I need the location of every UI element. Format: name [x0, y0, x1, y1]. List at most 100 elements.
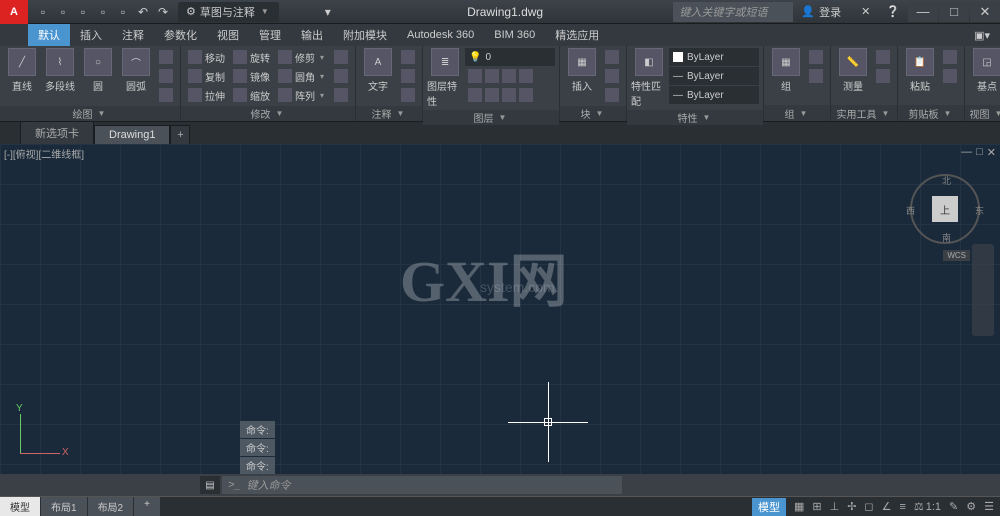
- measure-button[interactable]: 📏测量: [835, 48, 871, 103]
- nav-fullnav-icon[interactable]: [974, 248, 992, 266]
- dim-button[interactable]: [398, 48, 418, 66]
- layout-tab-model[interactable]: 模型: [0, 497, 41, 516]
- command-history-button[interactable]: ▤: [200, 476, 220, 494]
- otrack-toggle-icon[interactable]: ∠: [882, 500, 892, 513]
- viewcube[interactable]: 北 南 西 东 上: [910, 174, 980, 244]
- doc-min-button[interactable]: —: [961, 146, 972, 159]
- app-logo[interactable]: A: [0, 0, 28, 24]
- group-button[interactable]: ▦组: [768, 48, 804, 103]
- table-button[interactable]: [398, 86, 418, 104]
- qat-undo-icon[interactable]: ↶: [134, 3, 152, 21]
- linetype-dropdown[interactable]: —ByLayer: [669, 86, 759, 104]
- polar-toggle-icon[interactable]: ✢: [847, 500, 856, 513]
- status-model-badge[interactable]: 模型: [752, 498, 786, 516]
- search-input[interactable]: 键入关键字或短语: [673, 2, 793, 22]
- workspace-switch-icon[interactable]: ⚙: [966, 500, 976, 513]
- login-area[interactable]: 👤 登录 ✕ ❔: [793, 4, 908, 20]
- draw-misc-3[interactable]: [156, 86, 176, 104]
- exchange-icon[interactable]: ✕: [861, 5, 870, 18]
- layout-tab-1[interactable]: 布局1: [41, 497, 88, 516]
- qat-plot-icon[interactable]: ▫: [114, 3, 132, 21]
- qat-saveas-icon[interactable]: ▫: [94, 3, 112, 21]
- tab-featured[interactable]: 精选应用: [545, 24, 609, 46]
- annotation-toggle-icon[interactable]: ✎: [949, 500, 958, 513]
- layer-tool-2[interactable]: [465, 86, 555, 104]
- text-button[interactable]: A文字: [360, 48, 396, 104]
- customize-status-icon[interactable]: ☰: [984, 500, 994, 513]
- tab-annotate[interactable]: 注释: [112, 24, 154, 46]
- draw-misc-2[interactable]: [156, 67, 176, 85]
- ribbon-minimize-icon[interactable]: ▣▾: [964, 26, 1000, 45]
- basepoint-button[interactable]: ◲基点: [969, 48, 1000, 103]
- grid-toggle-icon[interactable]: ▦: [794, 500, 804, 513]
- tab-autodesk360[interactable]: Autodesk 360: [397, 26, 484, 44]
- scale-display[interactable]: ⚖ 1:1: [914, 500, 941, 513]
- block-attr[interactable]: [602, 86, 622, 104]
- trim-button[interactable]: 修剪▾: [275, 48, 329, 66]
- paste-button[interactable]: 📋粘贴: [902, 48, 938, 103]
- modify-misc-3[interactable]: [331, 86, 351, 104]
- minimize-button[interactable]: —: [908, 2, 938, 22]
- arc-button[interactable]: ⌒圆弧: [118, 48, 154, 104]
- copy-button[interactable]: 复制: [185, 67, 228, 85]
- scale-button[interactable]: 缩放: [230, 86, 273, 104]
- array-button[interactable]: 阵列▾: [275, 86, 329, 104]
- qat-redo-icon[interactable]: ↷: [154, 3, 172, 21]
- viewcube-face[interactable]: 上: [932, 196, 958, 222]
- qat-more-icon[interactable]: ▾: [319, 3, 337, 21]
- circle-button[interactable]: ○圆: [80, 48, 116, 104]
- viewcube-north[interactable]: 北: [942, 174, 951, 187]
- tab-addins[interactable]: 附加模块: [333, 24, 397, 46]
- doc-tab-add[interactable]: +: [170, 125, 190, 144]
- lineweight-dropdown[interactable]: —ByLayer: [669, 67, 759, 85]
- rotate-button[interactable]: 旋转: [230, 48, 273, 66]
- osnap-toggle-icon[interactable]: ◻: [864, 500, 873, 513]
- help-icon[interactable]: ❔: [886, 5, 900, 18]
- tab-parametric[interactable]: 参数化: [154, 24, 207, 46]
- polyline-button[interactable]: ⌇多段线: [42, 48, 78, 104]
- snap-toggle-icon[interactable]: ⊞: [812, 500, 821, 513]
- insert-block-button[interactable]: ▦插入: [564, 48, 600, 104]
- group-misc[interactable]: [806, 48, 826, 66]
- qat-open-icon[interactable]: ▫: [54, 3, 72, 21]
- viewport-label[interactable]: [-][俯视][二维线框]: [4, 146, 84, 161]
- modify-misc-1[interactable]: [331, 48, 351, 66]
- block-create[interactable]: [602, 48, 622, 66]
- viewcube-east[interactable]: 东: [975, 204, 984, 217]
- viewcube-west[interactable]: 西: [906, 204, 915, 217]
- doc-close-button[interactable]: ✕: [987, 146, 996, 159]
- line-button[interactable]: ╱直线: [4, 48, 40, 104]
- layout-tab-add[interactable]: +: [134, 497, 161, 516]
- nav-zoom-icon[interactable]: [974, 292, 992, 310]
- qat-new-icon[interactable]: ▫: [34, 3, 52, 21]
- color-dropdown[interactable]: ByLayer: [669, 48, 759, 66]
- tab-view[interactable]: 视图: [207, 24, 249, 46]
- doc-tab-start[interactable]: 新选项卡: [20, 121, 94, 144]
- close-button[interactable]: ✕: [970, 2, 1000, 22]
- lineweight-toggle-icon[interactable]: ≡: [899, 501, 905, 513]
- qat-save-icon[interactable]: ▫: [74, 3, 92, 21]
- ortho-toggle-icon[interactable]: ⊥: [830, 500, 840, 513]
- move-button[interactable]: 移动: [185, 48, 228, 66]
- layer-props-button[interactable]: ≣图层特性: [427, 48, 463, 108]
- tab-manage[interactable]: 管理: [249, 24, 291, 46]
- tab-default[interactable]: 默认: [28, 24, 70, 46]
- layout-tab-2[interactable]: 布局2: [88, 497, 135, 516]
- tab-output[interactable]: 输出: [291, 24, 333, 46]
- tab-bim360[interactable]: BIM 360: [484, 26, 545, 44]
- stretch-button[interactable]: 拉伸: [185, 86, 228, 104]
- nav-pan-icon[interactable]: [974, 270, 992, 288]
- leader-button[interactable]: [398, 67, 418, 85]
- layer-tool-1[interactable]: [465, 67, 555, 85]
- tab-insert[interactable]: 插入: [70, 24, 112, 46]
- drawing-canvas[interactable]: [-][俯视][二维线框] — □ ✕ 北 南 西 东 上 WCS GXI网 s…: [0, 144, 1000, 474]
- viewcube-south[interactable]: 南: [942, 231, 951, 244]
- command-input[interactable]: >_ 键入命令: [222, 476, 622, 494]
- matchprop-button[interactable]: ◧特性匹配: [631, 48, 667, 108]
- mirror-button[interactable]: 镜像: [230, 67, 273, 85]
- doc-tab-drawing1[interactable]: Drawing1: [94, 125, 170, 144]
- nav-orbit-icon[interactable]: [974, 314, 992, 332]
- modify-misc-2[interactable]: [331, 67, 351, 85]
- layer-dropdown[interactable]: 💡0: [465, 48, 555, 66]
- fillet-button[interactable]: 圆角▾: [275, 67, 329, 85]
